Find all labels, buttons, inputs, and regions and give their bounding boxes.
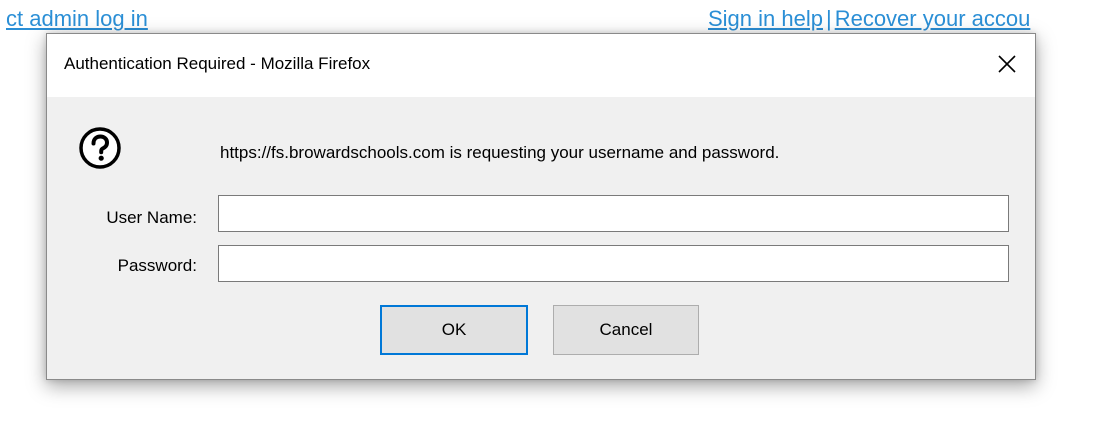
dialog-title: Authentication Required - Mozilla Firefo… — [64, 54, 371, 73]
password-input[interactable] — [218, 245, 1009, 282]
username-input[interactable] — [218, 195, 1009, 232]
question-icon — [79, 127, 121, 169]
auth-message: https://fs.browardschools.com is request… — [220, 143, 780, 162]
link-separator: | — [825, 6, 832, 31]
dialog-titlebar[interactable]: Authentication Required - Mozilla Firefo… — [47, 34, 1035, 97]
cancel-button[interactable]: Cancel — [553, 305, 699, 355]
ok-button[interactable]: OK — [380, 305, 528, 355]
username-label: User Name: — [106, 208, 197, 227]
auth-dialog: Authentication Required - Mozilla Firefo… — [46, 33, 1036, 380]
close-icon — [998, 55, 1016, 73]
close-button[interactable] — [989, 46, 1025, 82]
recover-account-link[interactable]: Recover your accou — [835, 6, 1031, 31]
help-links: Sign in help | Recover your accou — [708, 6, 1030, 32]
password-label: Password: — [117, 256, 197, 275]
admin-login-link[interactable]: ct admin log in — [6, 6, 148, 32]
sign-in-help-link[interactable]: Sign in help — [708, 6, 823, 31]
browser-page: ct admin log in Sign in help | Recover you… — [0, 0, 1116, 443]
